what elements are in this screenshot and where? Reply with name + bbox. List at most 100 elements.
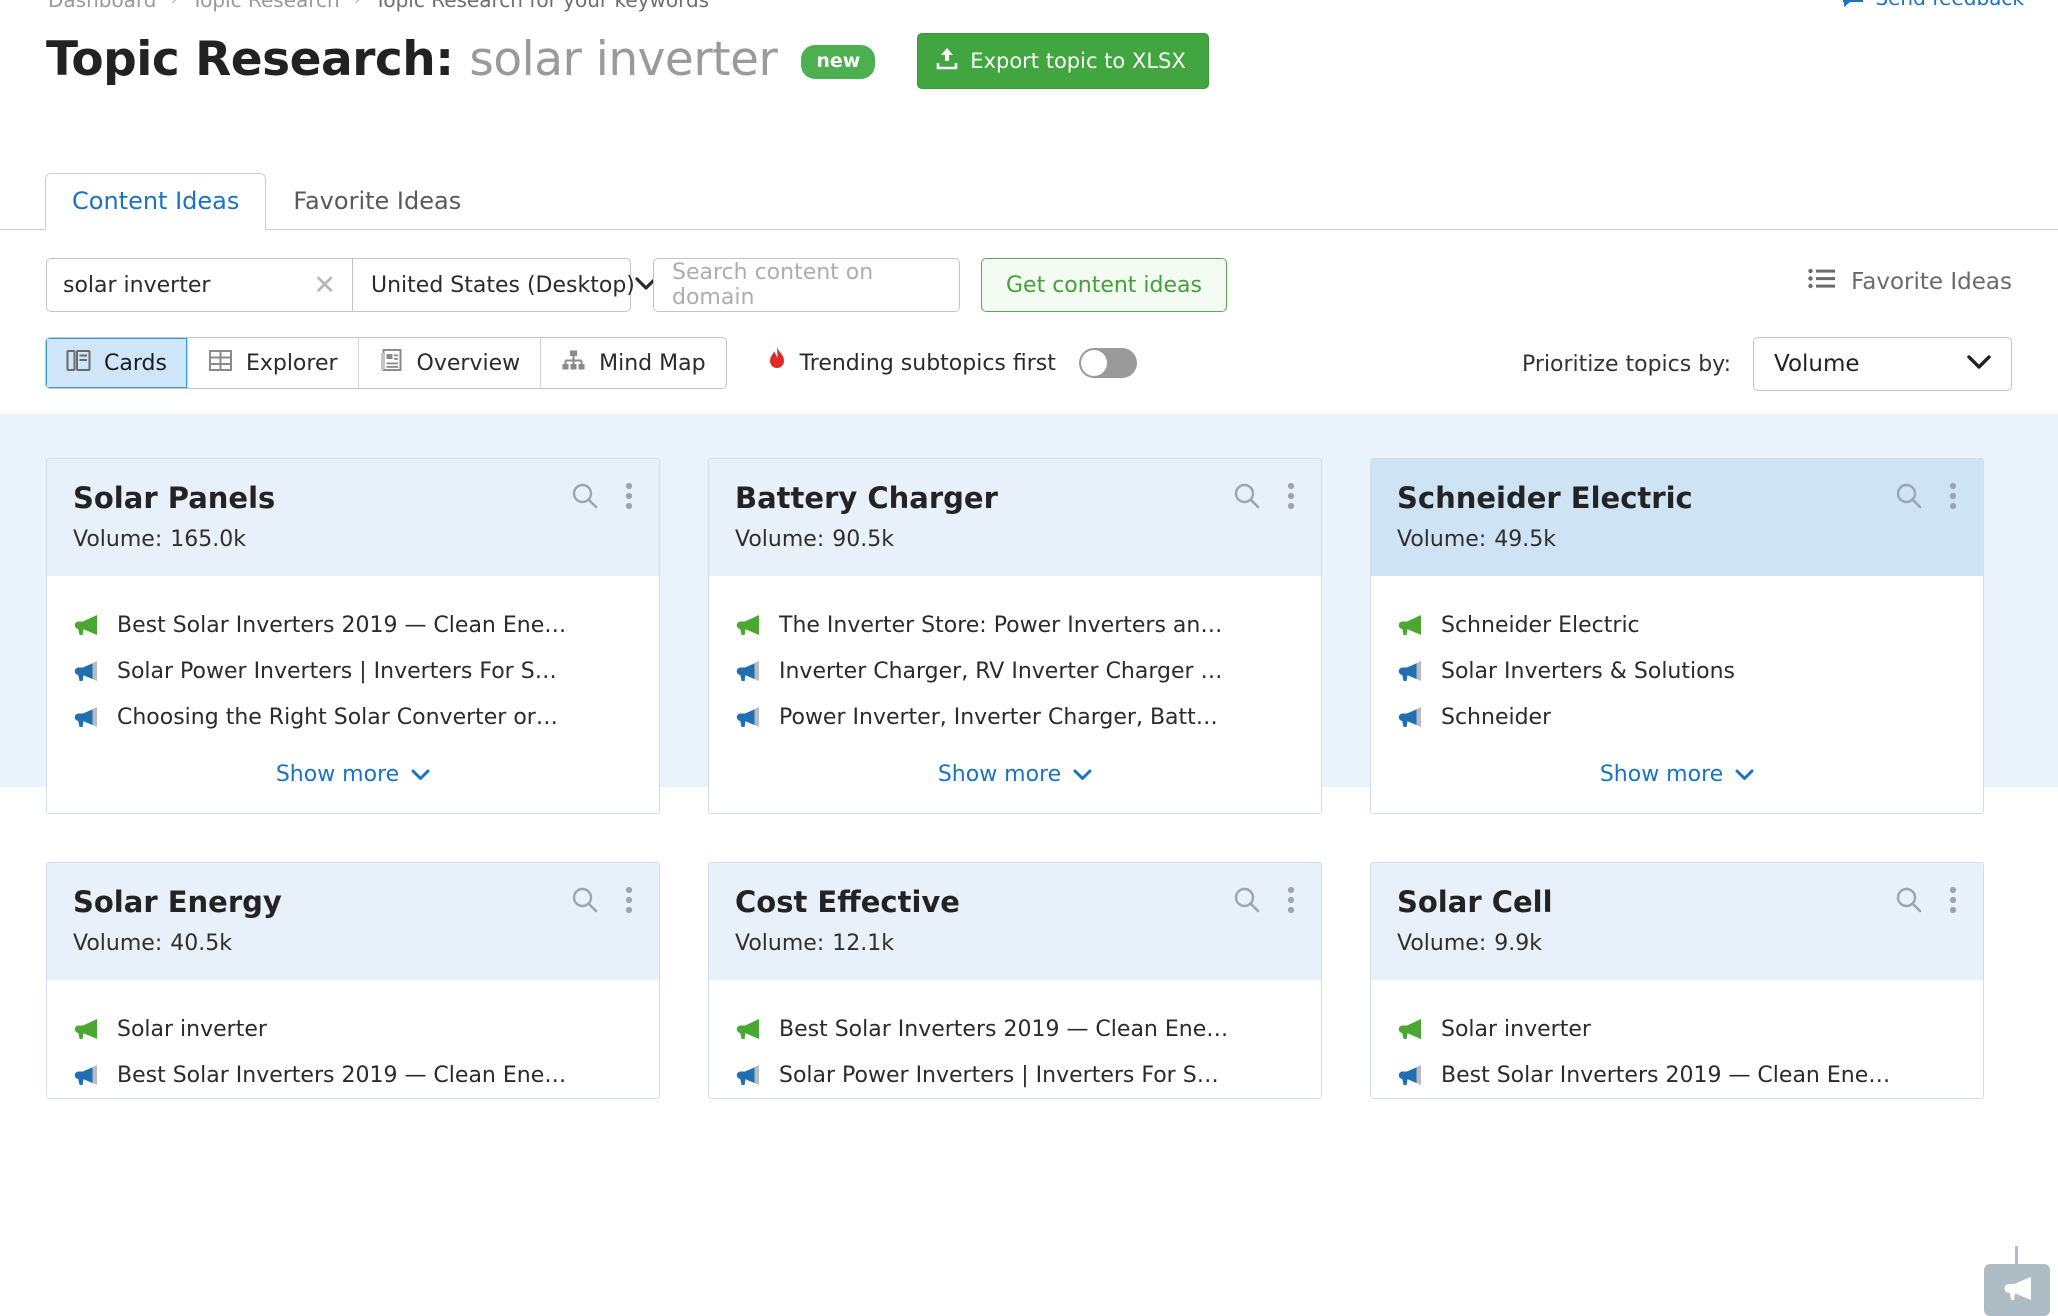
breadcrumb-item-topic-research[interactable]: Topic Research [191,0,339,12]
card-volume: Volume: 90.5k [735,527,1295,552]
card-volume-label: Volume: [73,527,163,552]
megaphone-green-icon [1398,1019,1421,1039]
idea-item-label: Solar inverter [117,1016,267,1042]
megaphone-green-icon [74,615,97,635]
breadcrumb-separator-icon: › [170,0,178,10]
view-mode-explorer[interactable]: Explorer [188,338,359,388]
idea-item[interactable]: Choosing the Right Solar Converter or… [73,694,633,740]
show-more-label: Show more [275,762,400,787]
idea-item[interactable]: Best Solar Inverters 2019 — Clean Ene… [1397,1052,1957,1098]
cards-icon [66,348,91,379]
kebab-menu-icon[interactable] [1287,886,1295,918]
export-topic-label: Export topic to XLSX [970,48,1186,73]
search-icon[interactable] [1895,482,1923,514]
card-volume-value: 165.0k [170,527,246,552]
card-volume-label: Volume: [1397,527,1487,552]
topic-card[interactable]: Solar Energy Volume: 40.5k Solar inverter Be… [46,862,660,1099]
idea-item[interactable]: Solar Power Inverters | Inverters For S… [735,1052,1295,1098]
card-header-actions [1895,886,1957,918]
get-content-ideas-button[interactable]: Get content ideas [981,258,1227,312]
idea-item-label: Schneider [1441,704,1552,730]
idea-item[interactable]: Solar Inverters & Solutions [1397,648,1957,694]
widget-stem [2015,1246,2018,1264]
card-volume-label: Volume: [73,931,163,956]
trending-subtopics-toggle[interactable]: Trending subtopics first [767,347,1137,379]
keyword-input[interactable]: solar inverter ✕ [46,258,352,312]
breadcrumb: Dashboard › Topic Research › Topic Resea… [48,0,709,12]
show-more-button[interactable]: Show more [47,740,659,813]
breadcrumb-item-dashboard[interactable]: Dashboard [48,0,157,12]
search-icon[interactable] [571,886,599,918]
card-header-actions [571,482,633,514]
idea-item-label: Schneider Electric [1441,612,1640,638]
idea-item[interactable]: Inverter Charger, RV Inverter Charger … [735,648,1295,694]
megaphone-blue-icon [1398,707,1421,727]
chevron-down-icon [411,769,430,780]
idea-item[interactable]: Best Solar Inverters 2019 — Clean Ene… [73,1052,633,1098]
idea-item[interactable]: Schneider [1397,694,1957,740]
idea-item[interactable]: Solar inverter [1397,1006,1957,1052]
topic-card[interactable]: Solar Cell Volume: 9.9k Solar inverter Best … [1370,862,1984,1099]
card-header-actions [571,886,633,918]
hierarchy-icon [561,348,586,379]
prioritize-topics-value: Volume [1774,351,1860,377]
search-icon[interactable] [571,482,599,514]
show-more-button[interactable]: Show more [1371,740,1983,813]
idea-item[interactable]: The Inverter Store: Power Inverters an… [735,602,1295,648]
show-more-button[interactable]: Show more [709,740,1321,813]
send-feedback-link[interactable]: Send feedback [1841,0,2024,10]
idea-item-label: Solar Power Inverters | Inverters For S… [117,658,557,684]
view-mode-mind-map[interactable]: Mind Map [541,338,725,388]
idea-item[interactable]: Best Solar Inverters 2019 — Clean Ene… [735,1006,1295,1052]
idea-item[interactable]: Best Solar Inverters 2019 — Clean Ene… [73,602,633,648]
kebab-menu-icon[interactable] [625,482,633,514]
card-title: Cost Effective [735,885,960,919]
view-mode-cards-label: Cards [104,350,167,376]
trending-subtopics-switch[interactable] [1078,348,1137,378]
kebab-menu-icon[interactable] [625,886,633,918]
card-title: Solar Cell [1397,885,1553,919]
cards-grid: Solar Panels Volume: 165.0k Best Solar Inve… [0,414,2058,1143]
kebab-menu-icon[interactable] [1949,886,1957,918]
idea-item[interactable]: Solar Power Inverters | Inverters For S… [73,648,633,694]
view-mode-overview[interactable]: Overview [359,338,542,388]
card-volume: Volume: 9.9k [1397,931,1957,956]
card-volume-label: Volume: [1397,931,1487,956]
kebab-menu-icon[interactable] [1949,482,1957,514]
view-mode-cards[interactable]: Cards [46,338,188,388]
topic-card[interactable]: Cost Effective Volume: 12.1k Best Solar Inv… [708,862,1322,1099]
favorite-ideas-link[interactable]: Favorite Ideas [1808,268,2012,295]
chevron-down-icon [1735,769,1754,780]
card-header: Schneider Electric Volume: 49.5k [1371,459,1983,576]
card-body: Solar inverter Best Solar Inverters 2019 … [47,980,659,1098]
megaphone-blue-icon [1398,661,1421,681]
topic-card[interactable]: Schneider Electric Volume: 49.5k Schneider … [1370,458,1984,814]
switch-knob [1080,350,1107,376]
search-icon[interactable] [1233,482,1261,514]
megaphone-blue-icon [1398,1065,1421,1085]
idea-item-label: The Inverter Store: Power Inverters an… [779,612,1223,638]
tab-favorite-ideas[interactable]: Favorite Ideas [266,173,488,230]
megaphone-green-icon [736,1019,759,1039]
tab-content-ideas[interactable]: Content Ideas [45,173,267,231]
database-select[interactable]: United States (Desktop) [352,258,657,312]
search-icon[interactable] [1895,886,1923,918]
card-title: Solar Panels [73,481,276,515]
keyword-input-value: solar inverter [63,272,211,298]
search-domain-input[interactable]: Search content on domain [653,258,960,312]
idea-item[interactable]: Solar inverter [73,1006,633,1052]
idea-item[interactable]: Power Inverter, Inverter Charger, Batt… [735,694,1295,740]
card-volume-label: Volume: [735,931,825,956]
close-x-icon[interactable]: ✕ [313,272,336,299]
export-topic-button[interactable]: Export topic to XLSX [917,33,1209,89]
prioritize-topics-select[interactable]: Volume [1753,337,2012,391]
kebab-menu-icon[interactable] [1287,482,1295,514]
feedback-widget-button[interactable] [1984,1264,2050,1316]
card-volume: Volume: 49.5k [1397,527,1957,552]
idea-item[interactable]: Schneider Electric [1397,602,1957,648]
topic-card[interactable]: Solar Panels Volume: 165.0k Best Solar Inve… [46,458,660,814]
search-icon[interactable] [1233,886,1261,918]
card-header: Solar Energy Volume: 40.5k [47,863,659,980]
topic-card[interactable]: Battery Charger Volume: 90.5k The Inverter … [708,458,1322,814]
idea-item-label: Solar Power Inverters | Inverters For S… [779,1062,1219,1088]
